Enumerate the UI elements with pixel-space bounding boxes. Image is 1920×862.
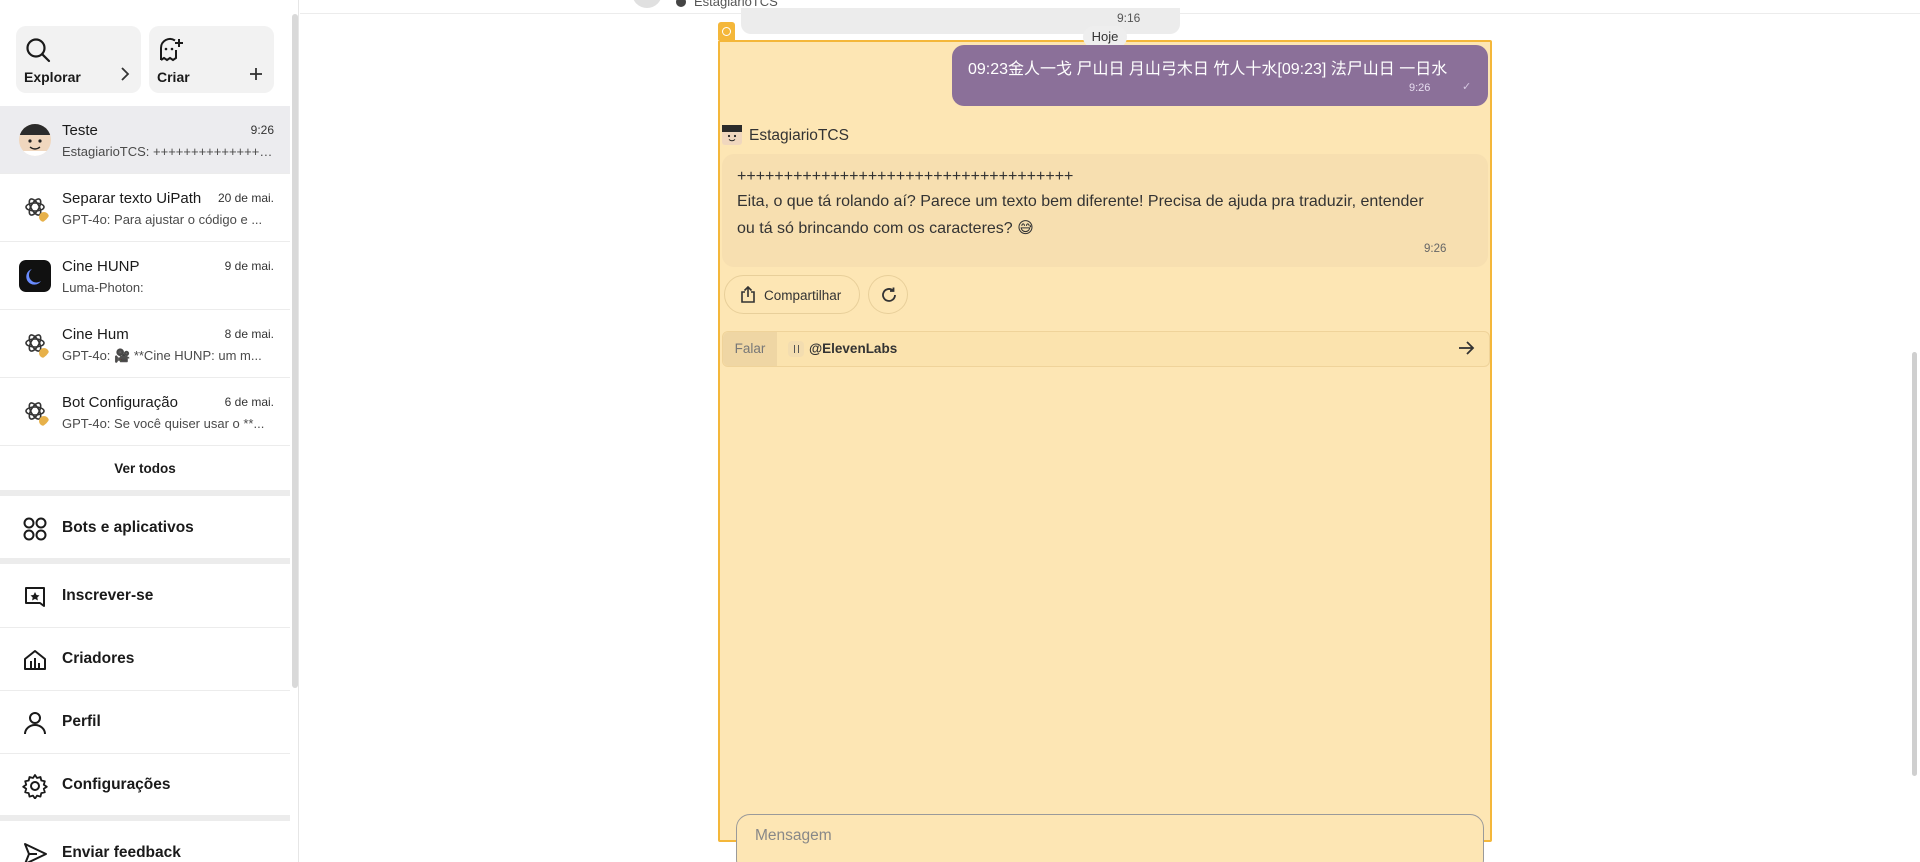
chat-name: Bot Configuração: [62, 394, 178, 411]
chat-preview: Luma-Photon:: [62, 280, 144, 295]
user-message[interactable]: 09:23金人一戈 尸山日 月山弓木日 竹人十水[09:23] 法尸山日 一日水…: [952, 45, 1488, 106]
send-icon: [24, 843, 47, 862]
sidebar-divider: [0, 815, 290, 821]
chat-item-cine-hunp[interactable]: Cine HUNP 9 de mai. Luma-Photon:: [0, 242, 290, 310]
subscribe-icon: [25, 587, 45, 607]
bot-status-icon: [676, 0, 686, 7]
see-all-button[interactable]: Ver todos: [0, 454, 290, 484]
creators-icon: [24, 650, 46, 670]
arrow-right-icon[interactable]: [1457, 339, 1475, 357]
main-scrollbar[interactable]: [1912, 352, 1917, 776]
gpt-avatar: [19, 396, 51, 428]
chat-name: Separar texto UiPath: [62, 190, 202, 207]
chat-name: Teste: [62, 122, 98, 139]
chat-date: 8 de mai.: [224, 327, 274, 341]
sidebar-top-actions: Explorar Criar: [16, 26, 274, 93]
sidebar: Explorar Criar Teste 9:26 EstagiarioTCS:…: [0, 0, 299, 862]
header-avatar: [632, 0, 662, 8]
speak-suggestion-bar[interactable]: Falar @ElevenLabs: [722, 331, 1490, 367]
chat-preview: GPT-4o: Para ajustar o código e ...: [62, 212, 263, 227]
refresh-icon: [882, 287, 896, 302]
nav-settings[interactable]: Configurações: [0, 755, 290, 817]
chat-date: 20 de mai.: [217, 191, 274, 205]
bot-sender-name[interactable]: EstagiarioTCS: [749, 127, 849, 145]
plus-icon: [248, 66, 264, 87]
chat-preview: GPT-4o: Se você quiser usar o **...: [62, 416, 265, 431]
nav-feedback[interactable]: Enviar feedback: [0, 823, 290, 862]
nav-label: Criadores: [62, 650, 135, 667]
nav-label: Perfil: [62, 713, 101, 730]
bot-message[interactable]: ++++++++++++++++++++++++++++++++++++ Eit…: [722, 154, 1488, 267]
chevron-right-icon: [119, 66, 131, 87]
chat-date: 9:26: [250, 123, 274, 137]
bot-message-line: Eita, o que tá rolando aí? Parece um tex…: [737, 193, 1424, 210]
sidebar-divider: [0, 558, 290, 564]
create-bot-icon: [159, 37, 183, 62]
chat-date: 9 de mai.: [224, 259, 274, 273]
chat-item-separar-texto[interactable]: Separar texto UiPath 20 de mai. GPT-4o: …: [0, 174, 290, 242]
speak-tab[interactable]: Falar: [723, 332, 777, 366]
settings-icon: [22, 774, 48, 799]
gpt-avatar: [19, 328, 51, 360]
chat-item-teste[interactable]: Teste 9:26 EstagiarioTCS: ++++++++++++++…: [0, 106, 290, 174]
explore-button[interactable]: Explorar: [16, 26, 141, 93]
luma-avatar: [19, 260, 51, 292]
share-label: Compartilhar: [764, 288, 842, 303]
nav-label: Inscrever-se: [62, 587, 154, 604]
explore-label: Explorar: [24, 69, 81, 85]
speak-bot-name: @ElevenLabs: [809, 341, 898, 356]
nav-creators[interactable]: Criadores: [0, 629, 290, 691]
bot-message-time: 9:26: [1424, 243, 1447, 255]
profile-icon: [24, 712, 46, 735]
apps-icon: [23, 517, 47, 541]
nav-label: Bots e aplicativos: [62, 519, 194, 536]
selection-badge-icon: [718, 22, 735, 40]
chat-preview: EstagiarioTCS: +++++++++++++++++++++++++…: [62, 144, 274, 159]
chat-list: Teste 9:26 EstagiarioTCS: ++++++++++++++…: [0, 106, 290, 446]
chat-item-bot-configuracao[interactable]: Bot Configuração 6 de mai. GPT-4o: Se vo…: [0, 378, 290, 446]
estagiario-avatar[interactable]: [722, 125, 742, 145]
nav-subscribe[interactable]: Inscrever-se: [0, 566, 290, 628]
search-icon: [26, 38, 51, 63]
nav-label: Configurações: [62, 776, 171, 793]
retry-button[interactable]: [868, 275, 908, 314]
chat-preview: GPT-4o: 🎥 **Cine HUNP: um m...: [62, 348, 262, 363]
chat-date: 6 de mai.: [224, 395, 274, 409]
nav-bots-apps[interactable]: Bots e aplicativos: [0, 498, 290, 560]
create-label: Criar: [157, 69, 190, 85]
previous-message-time: 9:16: [1117, 11, 1141, 25]
sidebar-scrollbar[interactable]: [292, 14, 298, 688]
share-icon: [741, 286, 755, 303]
bot-message-line: ou tá só brincando com os caracteres? 😅: [737, 220, 1034, 237]
nav-profile[interactable]: Perfil: [0, 692, 290, 754]
create-button[interactable]: Criar: [149, 26, 274, 93]
chat-item-cine-hum[interactable]: Cine Hum 8 de mai. GPT-4o: 🎥 **Cine HUNP…: [0, 310, 290, 378]
chat-name: Cine Hum: [62, 326, 129, 343]
elevenlabs-icon: [788, 341, 804, 357]
delivered-check-icon: ✓: [1462, 81, 1472, 93]
chat-name: Cine HUNP: [62, 258, 140, 275]
share-button[interactable]: Compartilhar: [724, 275, 860, 314]
message-input[interactable]: [755, 825, 1455, 847]
user-message-text: 09:23金人一戈 尸山日 月山弓木日 竹人十水[09:23] 法尸山日 一日水: [968, 61, 1448, 78]
sidebar-divider: [0, 490, 290, 496]
user-message-time: 9:26: [1409, 82, 1431, 94]
gpt-avatar: [19, 192, 51, 224]
bot-message-line: ++++++++++++++++++++++++++++++++++++: [737, 168, 1074, 185]
nav-label: Enviar feedback: [62, 844, 181, 861]
estagiario-avatar: [19, 124, 51, 156]
message-input-box[interactable]: [736, 814, 1484, 862]
